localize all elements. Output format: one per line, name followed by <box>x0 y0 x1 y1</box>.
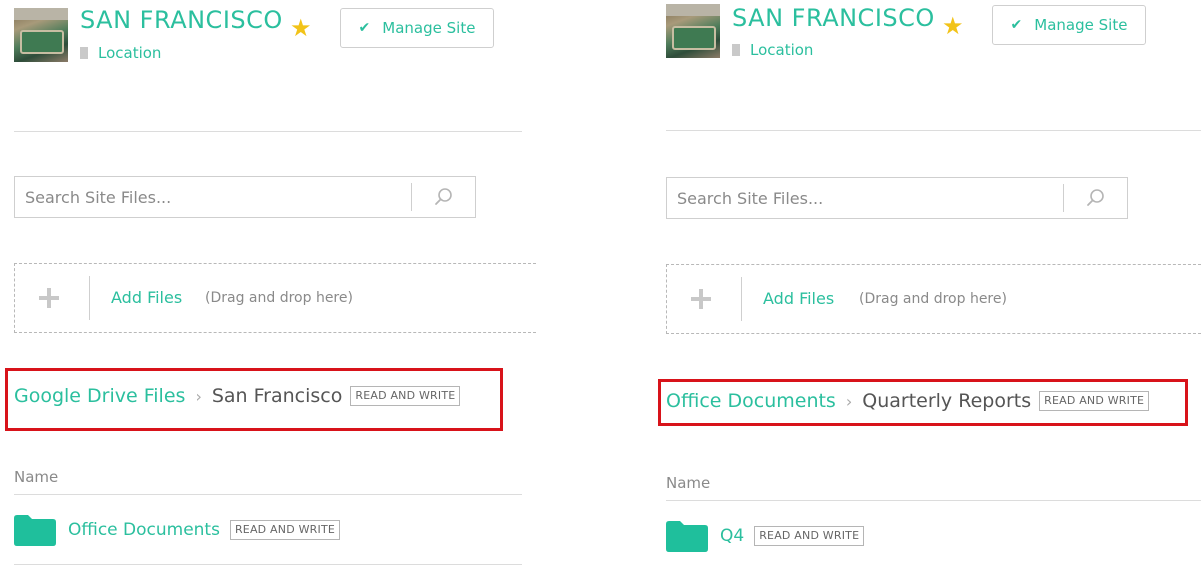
row-divider <box>14 564 522 565</box>
plus-icon[interactable] <box>689 287 713 311</box>
building-icon <box>80 47 88 59</box>
permission-badge: READ AND WRITE <box>754 526 865 546</box>
site-location: Location <box>80 44 161 62</box>
dropzone-divider <box>89 276 90 320</box>
site-panel-right: SAN FRANCISCO ★ Location ✔ Manage Site S… <box>658 0 1201 569</box>
search-divider <box>1063 184 1064 212</box>
star-icon[interactable]: ★ <box>942 14 964 38</box>
chevron-right-icon: › <box>195 386 202 406</box>
site-thumbnail[interactable] <box>14 8 68 62</box>
header-divider <box>666 130 1201 131</box>
file-dropzone[interactable]: Add Files (Drag and drop here) <box>14 263 536 333</box>
column-header-divider <box>14 494 522 495</box>
list-item[interactable]: Q4 READ AND WRITE <box>666 520 865 552</box>
manage-site-button[interactable]: ✔ Manage Site <box>340 8 494 48</box>
check-icon: ✔ <box>1010 17 1023 33</box>
search-icon[interactable] <box>433 186 455 208</box>
check-icon: ✔ <box>358 20 371 36</box>
breadcrumb-parent-link[interactable]: Office Documents <box>666 390 836 412</box>
search-icon[interactable] <box>1085 187 1107 209</box>
breadcrumb: Office Documents › Quarterly Reports REA… <box>666 390 1150 412</box>
folder-name[interactable]: Q4 <box>720 526 744 546</box>
site-title[interactable]: SAN FRANCISCO <box>80 6 283 34</box>
chevron-right-icon: › <box>845 391 853 411</box>
manage-site-label: Manage Site <box>1034 16 1128 34</box>
star-icon[interactable]: ★ <box>290 16 312 40</box>
search-box[interactable]: Search Site Files... <box>14 176 476 218</box>
drag-hint: (Drag and drop here) <box>205 290 353 306</box>
column-header-name[interactable]: Name <box>14 468 58 486</box>
column-header-divider <box>666 500 1201 501</box>
breadcrumb: Google Drive Files › San Francisco READ … <box>14 385 461 407</box>
location-label[interactable]: Location <box>750 41 813 59</box>
folder-icon <box>14 515 56 546</box>
manage-site-button[interactable]: ✔ Manage Site <box>992 5 1146 45</box>
site-title[interactable]: SAN FRANCISCO <box>732 4 935 32</box>
folder-icon <box>666 521 708 552</box>
file-dropzone[interactable]: Add Files (Drag and drop here) <box>666 264 1201 334</box>
plus-icon[interactable] <box>37 286 61 310</box>
site-location: Location <box>732 41 813 59</box>
permission-badge: READ AND WRITE <box>350 386 461 406</box>
header-divider <box>14 131 522 132</box>
site-panel-left: SAN FRANCISCO ★ Location ✔ Manage Site S… <box>5 0 550 569</box>
permission-badge: READ AND WRITE <box>1039 391 1150 411</box>
search-box[interactable]: Search Site Files... <box>666 177 1128 219</box>
breadcrumb-current: Quarterly Reports <box>862 390 1032 412</box>
manage-site-label: Manage Site <box>382 19 476 37</box>
folder-name[interactable]: Office Documents <box>68 520 220 540</box>
location-label[interactable]: Location <box>98 44 161 62</box>
list-item[interactable]: Office Documents READ AND WRITE <box>14 514 341 546</box>
drag-hint: (Drag and drop here) <box>859 291 1007 307</box>
breadcrumb-current: San Francisco <box>211 385 343 407</box>
column-header-name[interactable]: Name <box>666 474 710 492</box>
site-thumbnail[interactable] <box>666 4 720 58</box>
add-files-link[interactable]: Add Files <box>763 289 834 308</box>
breadcrumb-parent-link[interactable]: Google Drive Files <box>14 385 185 407</box>
add-files-link[interactable]: Add Files <box>111 288 182 307</box>
permission-badge: READ AND WRITE <box>229 520 341 540</box>
building-icon <box>732 44 740 56</box>
dropzone-divider <box>741 277 742 321</box>
search-divider <box>411 183 412 211</box>
search-input[interactable]: Search Site Files... <box>25 188 171 207</box>
search-input[interactable]: Search Site Files... <box>677 189 823 208</box>
